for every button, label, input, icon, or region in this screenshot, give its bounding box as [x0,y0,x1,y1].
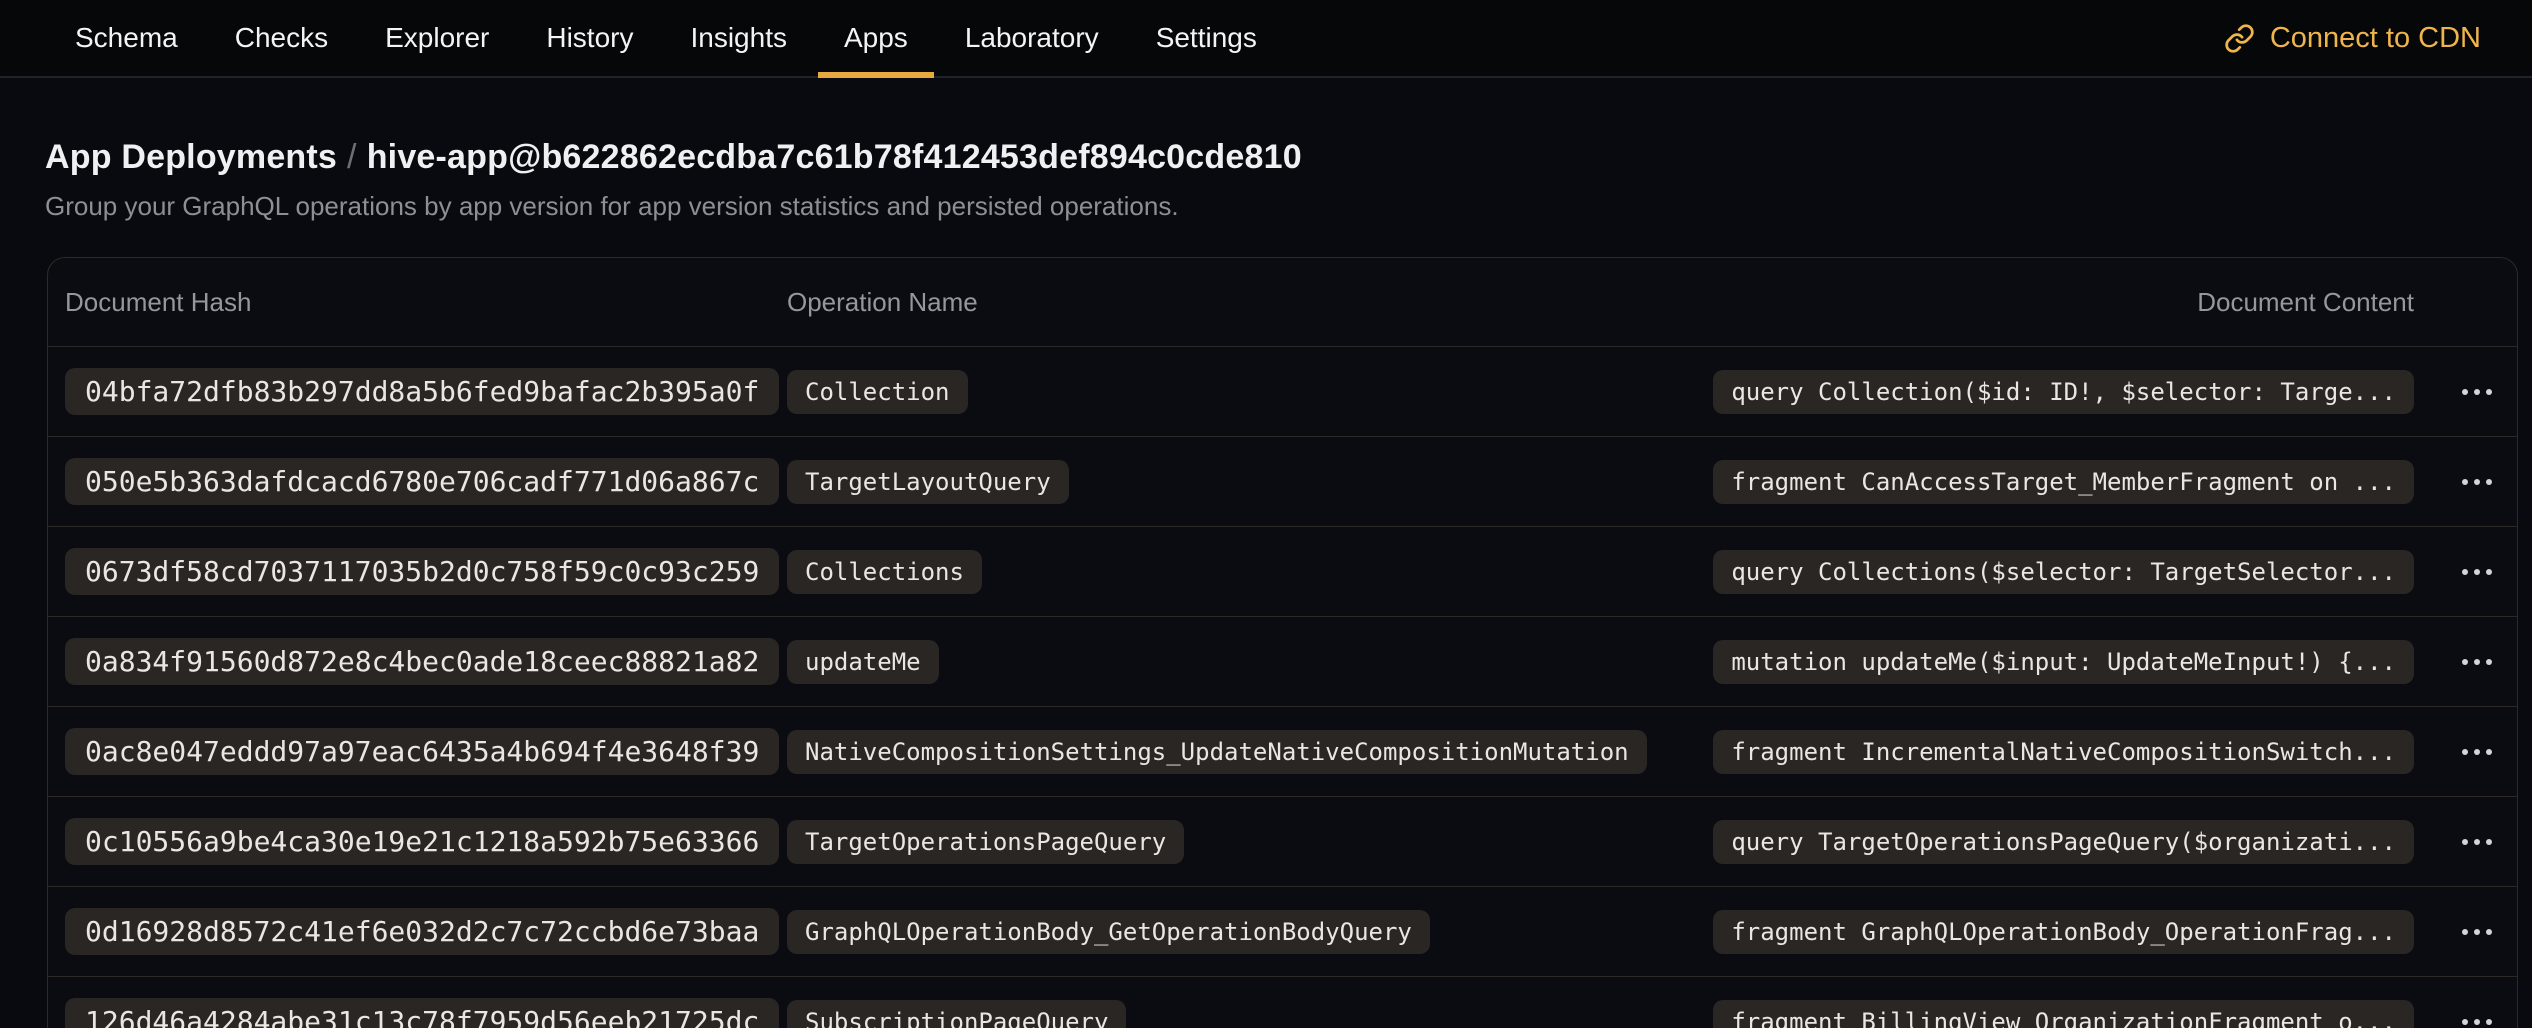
operation-name-value: NativeCompositionSettings_UpdateNativeCo… [787,730,1647,774]
document-hash-value: 04bfa72dfb83b297dd8a5b6fed9bafac2b395a0f [65,368,779,415]
row-menu-button[interactable] [2452,465,2502,499]
breadcrumb: App Deployments/hive-app@b622862ecdba7c6… [45,135,2487,179]
nav-tabs: Schema Checks Explorer History Insights … [49,0,1283,76]
table-row[interactable]: 0ac8e047eddd97a97eac6435a4b694f4e3648f39… [48,706,2517,796]
document-content-preview: fragment IncrementalNativeCompositionSwi… [1713,730,2414,774]
row-menu-button[interactable] [2452,915,2502,949]
document-hash-value: 0a834f91560d872e8c4bec0ade18ceec88821a82 [65,638,779,685]
column-header-document-content: Document Content [2197,287,2414,318]
table-row[interactable]: 0c10556a9be4ca30e19e21c1218a592b75e63366… [48,796,2517,886]
ellipsis-icon [2462,839,2492,845]
operation-name-value: Collections [787,550,982,594]
operation-name-value: SubscriptionPageQuery [787,1000,1126,1028]
table-body: 04bfa72dfb83b297dd8a5b6fed9bafac2b395a0f… [48,346,2517,1028]
document-hash-value: 0d16928d8572c41ef6e032d2c7c72ccbd6e73baa [65,908,779,955]
row-menu-button[interactable] [2452,825,2502,859]
document-content-preview: query Collections($selector: TargetSelec… [1713,550,2414,594]
operation-name-value: updateMe [787,640,939,684]
table-header-row: Document Hash Operation Name Document Co… [48,258,2517,346]
ellipsis-icon [2462,929,2492,935]
document-hash-value: 126d46a4284abe31c13c78f7959d56eeb21725dc [65,998,779,1028]
row-menu-button[interactable] [2452,555,2502,589]
column-header-operation-name: Operation Name [787,287,2197,318]
nav-tab-apps[interactable]: Apps [818,0,934,76]
column-header-document-hash: Document Hash [65,287,787,318]
table-row[interactable]: 0a834f91560d872e8c4bec0ade18ceec88821a82… [48,616,2517,706]
ellipsis-icon [2462,569,2492,575]
main-content: App Deployments/hive-app@b622862ecdba7c6… [0,135,2532,1028]
operation-name-value: Collection [787,370,968,414]
document-hash-value: 0c10556a9be4ca30e19e21c1218a592b75e63366 [65,818,779,865]
ellipsis-icon [2462,479,2492,485]
ellipsis-icon [2462,659,2492,665]
app-root: Schema Checks Explorer History Insights … [0,0,2532,1028]
table-row[interactable]: 126d46a4284abe31c13c78f7959d56eeb21725dc… [48,976,2517,1028]
ellipsis-icon [2462,749,2492,755]
connect-to-cdn-button[interactable]: Connect to CDN [2218,0,2487,76]
nav-tab-settings[interactable]: Settings [1130,0,1283,76]
link-icon [2224,23,2255,54]
row-menu-button[interactable] [2452,375,2502,409]
table-row[interactable]: 0673df58cd7037117035b2d0c758f59c0c93c259… [48,526,2517,616]
table-row[interactable]: 0d16928d8572c41ef6e032d2c7c72ccbd6e73baa… [48,886,2517,976]
document-content-preview: fragment GraphQLOperationBody_OperationF… [1713,910,2414,954]
ellipsis-icon [2462,389,2492,395]
table-row[interactable]: 04bfa72dfb83b297dd8a5b6fed9bafac2b395a0f… [48,346,2517,436]
nav-tab-insights[interactable]: Insights [664,0,813,76]
document-content-preview: mutation updateMe($input: UpdateMeInput!… [1713,640,2414,684]
operation-name-value: TargetLayoutQuery [787,460,1069,504]
deployments-table: Document Hash Operation Name Document Co… [47,257,2518,1028]
breadcrumb-separator: / [337,138,367,176]
row-menu-button[interactable] [2452,645,2502,679]
document-content-preview: fragment CanAccessTarget_MemberFragment … [1713,460,2414,504]
ellipsis-icon [2462,1019,2492,1025]
row-menu-button[interactable] [2452,735,2502,769]
nav-tab-explorer[interactable]: Explorer [359,0,515,76]
breadcrumb-app-id: hive-app@b622862ecdba7c61b78f412453def89… [367,138,1302,176]
page-subtitle: Group your GraphQL operations by app ver… [45,189,2487,223]
top-nav: Schema Checks Explorer History Insights … [0,0,2532,78]
operation-name-value: GraphQLOperationBody_GetOperationBodyQue… [787,910,1430,954]
nav-tab-history[interactable]: History [520,0,659,76]
document-hash-value: 050e5b363dafdcacd6780e706cadf771d06a867c [65,458,779,505]
breadcrumb-app-deployments[interactable]: App Deployments [45,138,337,176]
nav-tab-schema[interactable]: Schema [49,0,204,76]
connect-to-cdn-label: Connect to CDN [2270,22,2481,55]
document-hash-value: 0ac8e047eddd97a97eac6435a4b694f4e3648f39 [65,728,779,775]
row-menu-button[interactable] [2452,1005,2502,1028]
document-content-preview: query TargetOperationsPageQuery($organiz… [1713,820,2414,864]
document-content-preview: fragment BillingView_OrganizationFragmen… [1713,1000,2414,1028]
document-hash-value: 0673df58cd7037117035b2d0c758f59c0c93c259 [65,548,779,595]
document-content-preview: query Collection($id: ID!, $selector: Ta… [1713,370,2414,414]
operation-name-value: TargetOperationsPageQuery [787,820,1184,864]
table-row[interactable]: 050e5b363dafdcacd6780e706cadf771d06a867c… [48,436,2517,526]
nav-tab-checks[interactable]: Checks [209,0,354,76]
nav-tab-laboratory[interactable]: Laboratory [939,0,1125,76]
